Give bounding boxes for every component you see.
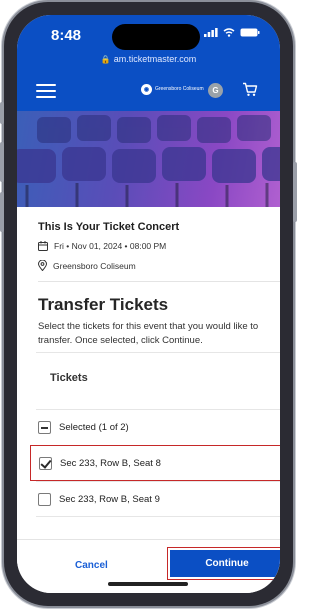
transfer-instructions: Select the tickets for this event that y… <box>38 321 259 346</box>
cancel-button[interactable]: Cancel <box>75 560 108 571</box>
continue-highlight: Continue <box>167 547 280 580</box>
volume-up-button <box>0 142 4 182</box>
page-title: Transfer Tickets <box>38 295 169 314</box>
event-venue-row: Greensboro Coliseum <box>38 260 136 271</box>
dynamic-island <box>112 24 200 50</box>
select-all-row[interactable]: Selected (1 of 2) <box>36 409 280 445</box>
mute-switch <box>0 102 4 124</box>
ticket-checkbox-seat-9[interactable] <box>38 492 51 506</box>
continue-button[interactable]: Continue <box>170 550 280 577</box>
phone-frame: 8:48 🔒 am.ticketmaster.com ◉ Greensboro … <box>0 2 297 606</box>
logo-mark-icon: ◉ <box>141 84 152 95</box>
event-date: Fri • Nov 01, 2024 • 08:00 PM <box>54 241 167 251</box>
status-time: 8:48 <box>51 27 82 44</box>
tickets-header: Tickets <box>50 372 88 384</box>
calendar-icon <box>38 241 48 251</box>
selected-count-label: Selected (1 of 2) <box>59 422 129 433</box>
address-bar[interactable]: 🔒 am.ticketmaster.com <box>17 54 280 64</box>
venue-logo-text: Greensboro Coliseum <box>155 86 204 92</box>
cart-icon[interactable] <box>242 82 258 97</box>
event-title: This Is Your Ticket Concert <box>38 221 180 233</box>
event-hero-image <box>17 111 280 207</box>
url-text: am.ticketmaster.com <box>113 54 197 64</box>
battery-icon <box>240 28 260 37</box>
volume-down-button <box>0 192 4 232</box>
wifi-icon <box>223 28 235 37</box>
event-date-row: Fri • Nov 01, 2024 • 08:00 PM <box>38 241 166 251</box>
ticket-label-seat-9: Sec 233, Row B, Seat 9 <box>59 493 160 505</box>
site-navbar: ◉ Greensboro Coliseum G <box>17 71 280 111</box>
browser-header: 8:48 🔒 am.ticketmaster.com ◉ Greensboro … <box>17 15 280 119</box>
event-venue: Greensboro Coliseum <box>53 260 136 271</box>
venue-logo[interactable]: ◉ Greensboro Coliseum <box>141 84 204 95</box>
ticket-row-seat-9[interactable]: Sec 233, Row B, Seat 9 <box>36 481 280 517</box>
menu-icon[interactable] <box>36 84 56 98</box>
ticket-label-seat-8: Sec 233, Row B, Seat 8 <box>60 457 161 469</box>
signal-icon <box>204 28 218 37</box>
status-icons <box>204 28 260 37</box>
divider <box>38 281 280 282</box>
select-all-checkbox[interactable] <box>38 421 51 434</box>
home-indicator <box>108 582 188 586</box>
ticket-row-seat-8[interactable]: Sec 233, Row B, Seat 8 <box>30 445 280 481</box>
action-footer: Cancel Continue <box>17 539 280 593</box>
lock-icon: 🔒 <box>100 55 111 64</box>
avatar[interactable]: G <box>208 83 223 98</box>
status-bar: 8:48 <box>17 15 280 53</box>
hero-seats-illustration <box>17 115 280 207</box>
location-pin-icon <box>38 260 47 271</box>
phone-screen: 8:48 🔒 am.ticketmaster.com ◉ Greensboro … <box>17 15 280 593</box>
ticket-checkbox-seat-8[interactable] <box>39 456 52 470</box>
power-button <box>293 162 297 222</box>
